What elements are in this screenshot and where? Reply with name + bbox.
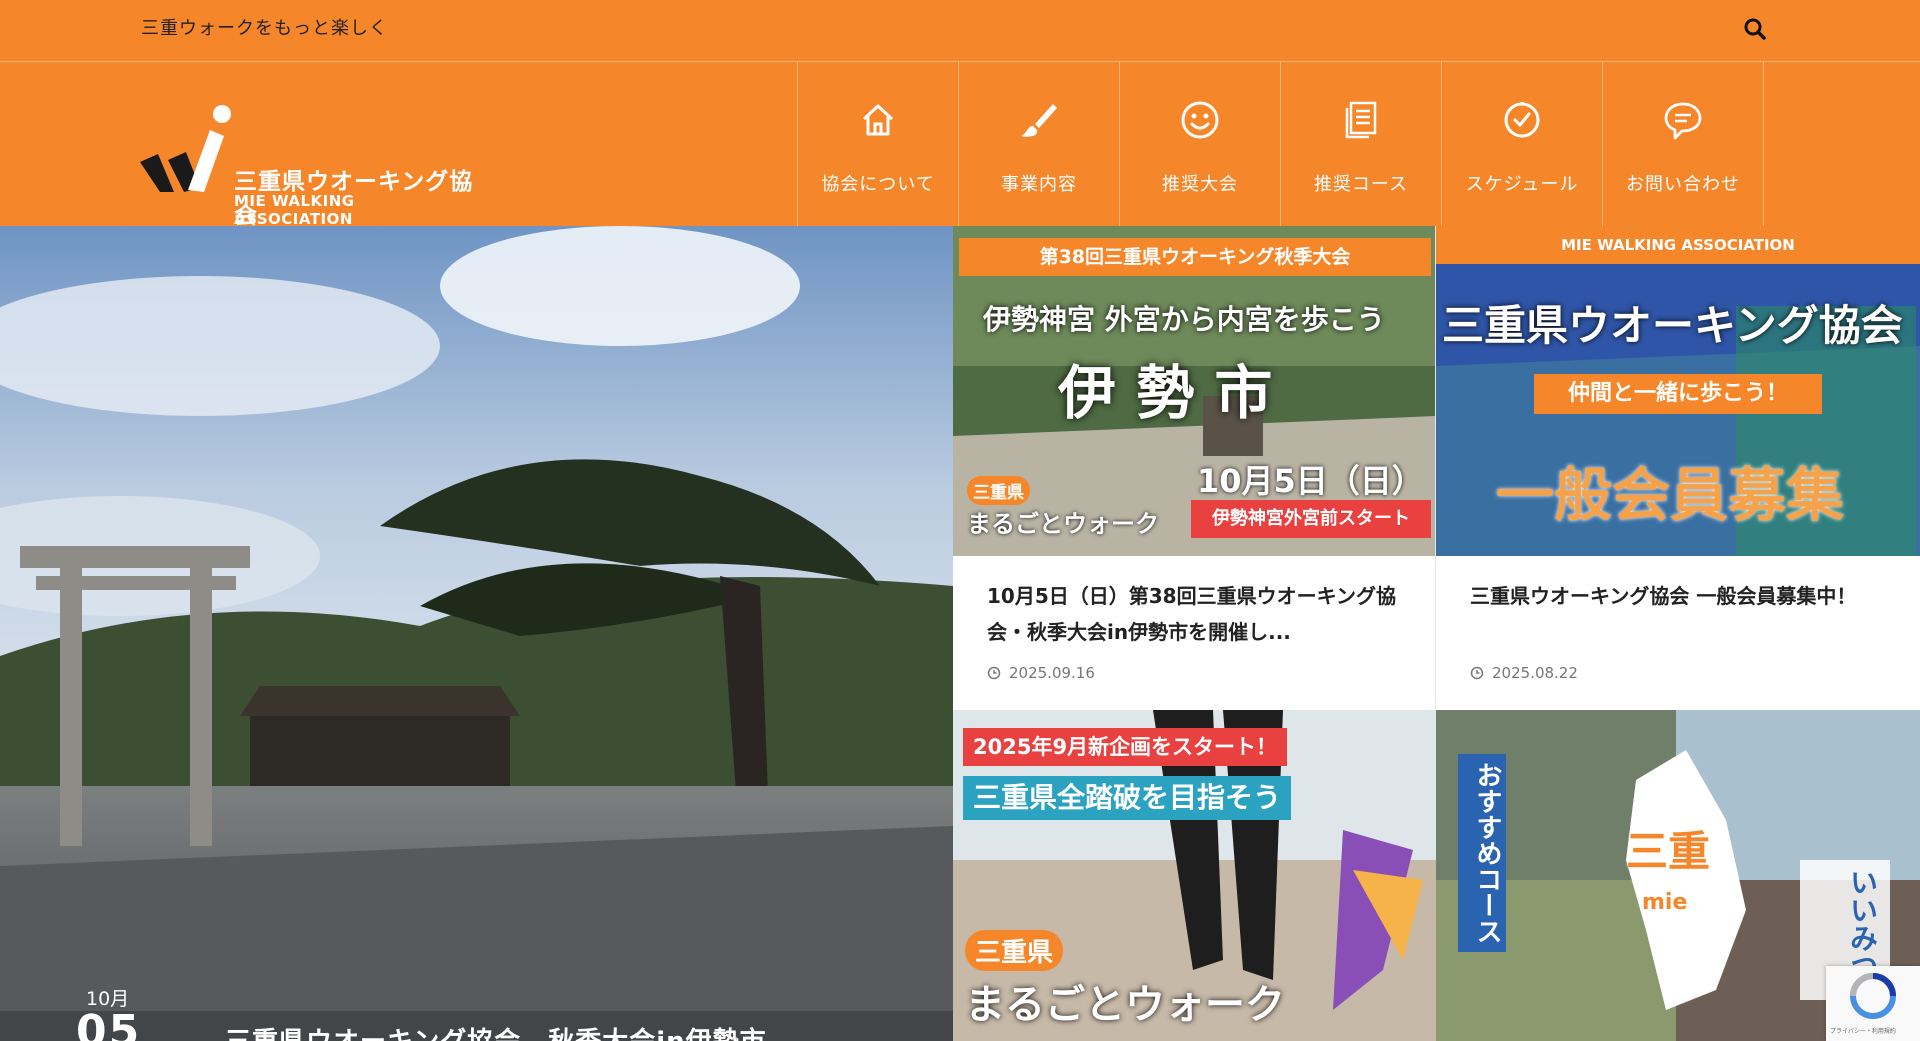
hero-slide[interactable]: 10月 05 三重県ウオーキング協会 秋季大会in伊勢市 (0, 226, 953, 1041)
card-mie-en: mie (1642, 890, 1688, 915)
post-date: 2025.09.16 (987, 664, 1095, 682)
post-title[interactable]: 三重県ウオーキング協会 一般会員募集中！ (1470, 578, 1890, 614)
post-card[interactable]: 第38回三重県ウオーキング秋季大会 伊勢神宮 外宮から内宮を歩こう 伊 勢 市 … (953, 226, 1436, 710)
card-start: 伊勢神宮外宮前スタート (1191, 500, 1431, 538)
post-date-text: 2025.09.16 (1009, 664, 1095, 682)
nav-label: 推奨大会 (1162, 174, 1238, 195)
nav-label: 推奨コース (1313, 174, 1409, 195)
smile-icon (1181, 101, 1219, 139)
card-walk: まるごとウォーク (967, 510, 1159, 538)
card-big: 一般会員募集 (1496, 461, 1845, 529)
card-vertical-label: おすすめコース (1458, 754, 1506, 952)
nav-item-business[interactable]: 事業内容 (959, 62, 1120, 226)
post-date-text: 2025.08.22 (1492, 664, 1578, 682)
nav-item-courses[interactable]: 推奨コース (1281, 62, 1442, 226)
card-banner: MIE WALKING ASSOCIATION (1436, 226, 1920, 264)
card-tag: 三重県全踏破を目指そう (963, 776, 1292, 820)
nav-label: お問い合わせ (1626, 174, 1740, 195)
hero-title: 三重県ウオーキング協会 秋季大会in伊勢市 (225, 1021, 767, 1041)
clock-icon (1504, 102, 1540, 138)
card-banner: 第38回三重県ウオーキング秋季大会 (959, 238, 1431, 276)
brush-icon (1021, 104, 1057, 137)
nav-label: 事業内容 (1001, 174, 1077, 195)
logo-text-en: MIE WALKING ASSOCIATION (234, 192, 355, 228)
clock-icon (987, 666, 1001, 680)
top-bar: 三重ウォークをもっと楽しく (0, 0, 1920, 62)
recaptcha-badge[interactable]: プライバシー・利用規約 (1826, 966, 1920, 1041)
card-event-date: 10月5日（日） (1197, 462, 1424, 500)
card-mie-label: 三重 (1626, 827, 1711, 876)
nav-item-events[interactable]: 推奨大会 (1120, 62, 1281, 226)
card-subtitle: 伊勢神宮 外宮から内宮を歩こう (983, 303, 1385, 336)
nav-item-schedule[interactable]: スケジュール (1442, 62, 1603, 226)
nav-label: スケジュール (1465, 174, 1579, 195)
card-badge: 三重県 (965, 930, 1064, 971)
walker-logo-icon (140, 105, 231, 192)
recaptcha-icon (1850, 973, 1896, 1019)
card-walk: まるごとウォーク (965, 982, 1285, 1028)
post-date: 2025.08.22 (1470, 664, 1578, 682)
main-nav: 協会について 事業内容 推奨大会 推奨コース スケジュール お問い合わせ (797, 62, 1764, 226)
hero-photo (0, 226, 953, 1041)
nav-label: 協会について (821, 174, 935, 195)
post-card[interactable]: 2025年9月新企画をスタート！ 三重県全踏破を目指そう 三重県 まるごとウォー… (953, 710, 1436, 1041)
card-badge: 三重県 (967, 476, 1030, 505)
card-city: 伊 勢 市 (1058, 359, 1273, 427)
card-tag: 仲間と一緒に歩こう！ (1534, 374, 1822, 414)
post-title[interactable]: 10月5日（日）第38回三重県ウオーキング協会・秋季大会in伊勢市を開催し... (987, 578, 1407, 650)
search-icon (1744, 18, 1766, 40)
nav-item-about[interactable]: 協会について (798, 62, 959, 226)
post-card[interactable]: MIE WALKING ASSOCIATION 三重県ウオーキング協会 仲間と一… (1436, 226, 1920, 710)
card-banner: 2025年9月新企画をスタート！ (963, 728, 1288, 766)
site-tagline: 三重ウォークをもっと楽しく (141, 18, 388, 39)
site-header: 三重県ウオーキング協会 MIE WALKING ASSOCIATION 協会につ… (0, 62, 1920, 229)
chat-icon (1664, 102, 1702, 140)
post-thumbnail: 第38回三重県ウオーキング秋季大会 伊勢神宮 外宮から内宮を歩こう 伊 勢 市 … (953, 226, 1435, 556)
hero-date-day: 05 (76, 1006, 142, 1041)
site-logo[interactable]: 三重県ウオーキング協会 MIE WALKING ASSOCIATION (138, 102, 478, 229)
clock-icon (1470, 666, 1484, 680)
post-thumbnail: MIE WALKING ASSOCIATION 三重県ウオーキング協会 仲間と一… (1436, 226, 1920, 556)
nav-item-contact[interactable]: お問い合わせ (1603, 62, 1764, 226)
card-headline: 三重県ウオーキング協会 (1442, 301, 1903, 350)
recaptcha-text: プライバシー・利用規約 (1830, 1028, 1896, 1035)
search-button[interactable] (1740, 14, 1770, 44)
home-icon (862, 104, 894, 136)
document-icon (1345, 101, 1377, 139)
